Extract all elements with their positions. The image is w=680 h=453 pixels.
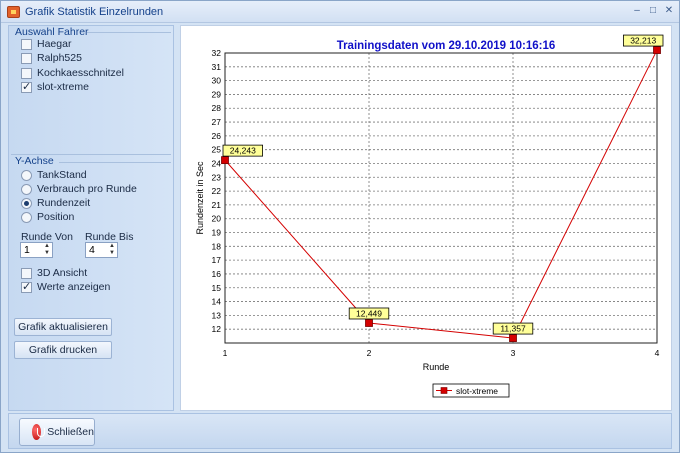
data-point [221,156,229,165]
schliessen-button[interactable]: Schließen [19,418,95,446]
yachse-radio[interactable] [21,197,32,209]
maximize-icon[interactable]: □ [645,4,661,18]
runde-von-value: 1 [24,244,30,256]
y-tick-label: 23 [212,172,222,182]
stepper-arrows-icon[interactable]: ▲ ▼ [107,243,117,257]
y-tick-label: 32 [212,48,222,58]
window-title: Grafik Statistik Einzelrunden [25,6,164,18]
yachse-option-label: Verbrauch pro Runde [37,183,137,195]
title-bar[interactable]: Grafik Statistik Einzelrunden – □ ✕ [1,1,679,23]
app-chart-icon [7,6,20,18]
runde-bis-stepper[interactable]: 4 ▲ ▼ [85,242,118,258]
minimize-icon[interactable]: – [629,4,645,18]
werte-anzeigen-label: Werte anzeigen [37,281,111,293]
legend-marker [440,387,448,394]
werte-anzeigen-checkbox[interactable] [21,280,32,293]
data-point [365,319,373,327]
y-tick-label: 17 [212,255,222,265]
y-tick-label: 21 [212,200,222,210]
ansicht-3d-option[interactable]: 3D Ansicht [21,266,87,280]
y-tick-label: 25 [212,145,222,155]
y-tick-label: 19 [212,228,222,238]
yachse-option-label: Position [37,211,75,223]
fahrer-checkbox[interactable] [21,38,32,50]
chart-title: Trainingsdaten vom 29.10.2019 10:16:16 [337,40,556,52]
y-tick-label: 31 [212,62,222,72]
y-tick-label: 18 [212,241,222,251]
y-tick-label: 22 [212,186,222,196]
y-tick-label: 29 [212,89,222,99]
stepper-arrows-icon[interactable]: ▲ ▼ [42,243,52,257]
grafik-aktualisieren-button[interactable]: Grafik aktualisieren [14,318,112,336]
yachse-option-label: Rundenzeit [37,197,91,209]
y-axis-label: Rundenzeit in Sec [195,161,205,235]
y-tick-label: 12 [212,324,222,334]
yachse-group-divider [59,162,171,163]
data-point [509,334,517,342]
fahrer-group-divider [87,32,171,33]
fahrer-item-label: Haegar [37,38,72,50]
power-icon [32,424,46,440]
y-tick-label: 26 [212,131,222,141]
yachse-option-position[interactable]: Position [21,210,74,224]
x-axis-label: Runde [423,362,450,372]
yachse-radio[interactable] [21,169,32,181]
lap-time-chart: Trainingsdaten vom 29.10.2019 10:16:1612… [195,34,664,398]
y-tick-label: 13 [212,310,222,320]
data-label: 32,213 [630,36,656,46]
y-tick-label: 14 [212,297,222,307]
y-tick-label: 27 [212,117,222,127]
fahrer-item-label: Ralph525 [37,52,82,64]
x-tick-label: 4 [655,348,660,358]
series-line [224,49,658,339]
y-tick-label: 16 [212,269,222,279]
y-tick-label: 24 [212,158,222,168]
runde-von-stepper[interactable]: 1 ▲ ▼ [20,242,53,258]
ansicht-3d-checkbox[interactable] [21,267,32,279]
x-tick-label: 3 [511,348,516,358]
fahrer-item-kochkaesschnitzel[interactable]: Kochkaesschnitzel [21,66,124,80]
bottom-bar: Schließen [8,413,672,449]
fahrer-checkbox[interactable] [21,80,32,93]
fahrer-item-haegar[interactable]: Haegar [21,37,71,51]
y-tick-label: 28 [212,103,222,113]
data-label: 11,357 [500,324,526,334]
close-window-icon[interactable]: ✕ [661,4,677,18]
fahrer-item-ralph525[interactable]: Ralph525 [21,51,82,65]
plot-frame [224,52,658,344]
fahrer-checkbox[interactable] [21,52,32,64]
x-tick-label: 2 [367,348,372,358]
yachse-option-verbrauch[interactable]: Verbrauch pro Runde [21,182,137,196]
data-label: 24,243 [230,146,256,156]
werte-anzeigen-option[interactable]: Werte anzeigen [21,280,110,294]
data-point [653,46,661,54]
legend-label: slot-xtreme [456,386,498,396]
x-tick-label: 1 [223,348,228,358]
runde-bis-value: 4 [89,244,95,256]
y-tick-label: 15 [212,283,222,293]
ansicht-3d-label: 3D Ansicht [37,267,88,279]
y-tick-label: 20 [212,214,222,224]
yachse-option-label: TankStand [37,169,87,181]
fahrer-checkbox[interactable] [21,67,32,79]
schliessen-label: Schließen [47,426,94,438]
yachse-option-tankstand[interactable]: TankStand [21,168,87,182]
yachse-group-label: Y-Achse [15,155,54,167]
fahrer-item-label: slot-xtreme [37,81,89,93]
yachse-radio[interactable] [21,183,32,195]
chart-area: Trainingsdaten vom 29.10.2019 10:16:16 12… [180,25,672,411]
fahrer-item-slot-xtreme[interactable]: slot-xtreme [21,80,89,94]
main-window: Grafik Statistik Einzelrunden – □ ✕ Ausw… [0,0,680,453]
y-tick-label: 30 [212,76,222,86]
grafik-drucken-button[interactable]: Grafik drucken [14,341,112,359]
fahrer-item-label: Kochkaesschnitzel [37,67,124,79]
yachse-option-rundenzeit[interactable]: Rundenzeit [21,196,90,210]
yachse-radio[interactable] [21,211,32,223]
settings-panel: Auswahl Fahrer Haegar Ralph525 Kochkaess… [8,25,174,411]
data-label: 12,449 [356,308,382,318]
